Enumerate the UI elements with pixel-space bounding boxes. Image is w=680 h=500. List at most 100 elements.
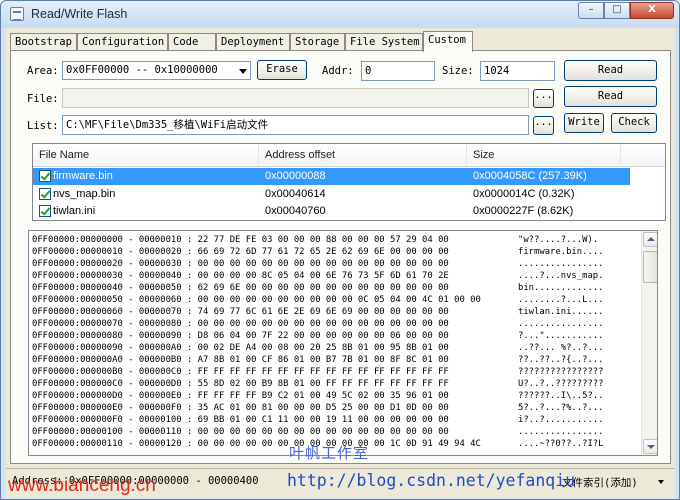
tab-deployment[interactable]: Deployment — [216, 33, 290, 51]
write-button[interactable]: Write — [564, 113, 604, 133]
hex-bytes: 22 77 DE FE 03 00 00 00 88 00 00 00 57 2… — [197, 235, 449, 245]
hex-ascii: U?..?..????????? — [518, 379, 604, 389]
tab-code[interactable]: Code — [168, 33, 216, 51]
tab-bootstrap[interactable]: Bootstrap — [10, 33, 77, 51]
hex-line: 0FF00000:000000F0 - 00000100 : 69 BB 01 … — [32, 414, 604, 426]
hex-range: 0FF00000:00000100 - 00000110 : — [32, 427, 193, 437]
hex-range: 0FF00000:000000B0 - 000000C0 : — [32, 367, 193, 377]
hex-ascii: ....?...nvs_map. — [518, 271, 604, 281]
table-row[interactable]: tiwlan.ini 0x00040760 0x0000227F (8.62K) — [33, 203, 630, 220]
tab-storage[interactable]: Storage — [290, 33, 345, 51]
maximize-button[interactable]: □ — [604, 2, 630, 19]
hex-ascii: ??..??..?{..?... — [518, 355, 604, 365]
hex-line: 0FF00000:00000020 - 00000030 : 00 00 00 … — [32, 258, 604, 270]
table-row[interactable]: firmware.bin 0x00000088 0x0004058C (257.… — [33, 168, 630, 185]
hex-ascii: ................ — [518, 427, 604, 437]
hex-vertical-scrollbar[interactable] — [641, 231, 657, 455]
hex-range: 0FF00000:00000050 - 00000060 : — [32, 295, 193, 305]
size-cell: 0x0004058C (257.39K) — [473, 170, 587, 182]
read-write-flash-window: Read/Write Flash – □ X Bootstrap Configu… — [0, 0, 680, 500]
title-bar[interactable]: Read/Write Flash – □ X — [1, 1, 679, 28]
file-browse-button[interactable]: ... — [533, 89, 554, 108]
minimize-button[interactable]: – — [578, 2, 604, 19]
hex-range: 0FF00000:00000010 - 00000020 : — [32, 247, 193, 257]
hex-ascii: "w??....?...W). — [518, 235, 599, 245]
size-label: Size: — [442, 65, 474, 77]
column-file-name[interactable]: File Name — [33, 144, 259, 167]
read-button[interactable]: Read — [564, 60, 657, 81]
hex-ascii: ........?...L... — [518, 295, 604, 305]
hex-range: 0FF00000:00000090 - 000000A0 : — [32, 343, 193, 353]
column-size[interactable]: Size — [467, 144, 621, 167]
checkbox[interactable] — [39, 188, 51, 200]
hex-range: 0FF00000:000000D0 - 000000E0 : — [32, 391, 193, 401]
hex-bytes: 69 BB 01 00 C1 11 00 00 19 11 00 00 00 0… — [197, 415, 449, 425]
hex-bytes: D8 06 04 00 7F 22 00 00 00 00 00 00 06 0… — [197, 331, 449, 341]
hex-ascii: ................ — [518, 259, 604, 269]
hex-line: 0FF00000:00000000 - 00000010 : 22 77 DE … — [32, 234, 598, 246]
hex-bytes: A7 8B 01 00 CF 86 01 00 B7 7B 01 00 8F 8… — [197, 355, 449, 365]
read-file-button[interactable]: Read — [564, 86, 657, 107]
hex-bytes: FF FF FF FF FF FF FF FF FF FF FF FF FF F… — [197, 367, 449, 377]
list-input[interactable]: C:\MF\File\Dm335_移植\WiFi启动文件 — [62, 115, 529, 135]
hex-ascii: ?..."........... — [518, 331, 604, 341]
hex-bytes: 00 02 DE A4 00 08 00 20 25 8B 01 00 95 8… — [197, 343, 449, 353]
hex-bytes: 00 00 00 00 00 00 00 00 00 00 00 00 00 0… — [197, 319, 449, 329]
tab-file-system[interactable]: File System — [345, 33, 423, 51]
list-browse-button[interactable]: ... — [533, 116, 554, 135]
chevron-down-icon[interactable] — [658, 480, 664, 484]
hex-range: 0FF00000:00000070 - 00000080 : — [32, 319, 193, 329]
hex-line: 0FF00000:00000040 - 00000050 : 62 69 6E … — [32, 282, 604, 294]
scroll-down-icon[interactable] — [643, 439, 657, 454]
hex-ascii: tiwlan.ini...... — [518, 307, 604, 317]
hex-bytes: 00 00 00 00 00 00 00 00 00 00 00 00 00 0… — [197, 259, 449, 269]
hex-line: 0FF00000:00000080 - 00000090 : D8 06 04 … — [32, 330, 604, 342]
checkbox[interactable] — [39, 205, 51, 217]
check-button[interactable]: Check — [611, 113, 657, 133]
hex-line: 0FF00000:00000100 - 00000110 : 00 00 00 … — [32, 426, 604, 438]
hex-line: 0FF00000:00000010 - 00000020 : 66 69 72 … — [32, 246, 604, 258]
blog-watermark: http://blog.csdn.net/yefanqiu — [287, 471, 576, 490]
tab-configuration[interactable]: Configuration — [77, 33, 168, 51]
address-offset-cell: 0x00040760 — [265, 205, 326, 217]
hex-line: 0FF00000:00000110 - 00000120 : 00 00 00 … — [32, 438, 604, 450]
size-input[interactable]: 1024 — [480, 61, 555, 81]
hex-range: 0FF00000:000000C0 - 000000D0 : — [32, 379, 193, 389]
hex-bytes: 00 00 00 00 8C 05 04 00 6E 76 73 5F 6D 6… — [197, 271, 449, 281]
area-select[interactable]: 0x0FF00000 -- 0x10000000 — [62, 61, 251, 80]
erase-button[interactable]: Erase — [257, 60, 307, 80]
file-input[interactable] — [62, 88, 529, 108]
hex-line: 0FF00000:000000D0 - 000000E0 : FF FF FF … — [32, 390, 604, 402]
close-button[interactable]: X — [630, 2, 674, 19]
table-row[interactable]: nvs_map.bin 0x00040614 0x0000014C (0.32K… — [33, 186, 630, 203]
hex-bytes: 66 69 72 6D 77 61 72 65 2E 62 69 6E 00 0… — [197, 247, 449, 257]
area-select-value: 0x0FF00000 -- 0x10000000 — [66, 64, 218, 76]
file-name-cell: nvs_map.bin — [53, 188, 116, 200]
list-label: List: — [27, 120, 59, 132]
hex-bytes: 62 69 6E 00 00 00 00 00 00 00 00 00 00 0… — [197, 283, 449, 293]
hex-ascii: ??????..I\..5?.. — [518, 391, 604, 401]
file-name-cell: tiwlan.ini — [53, 205, 96, 217]
area-label: Area: — [27, 65, 59, 77]
hex-bytes: 55 8D 02 00 B9 8B 01 00 FF FF FF FF FF F… — [197, 379, 449, 389]
hex-line: 0FF00000:00000090 - 000000A0 : 00 02 DE … — [32, 342, 604, 354]
scroll-up-icon[interactable] — [643, 232, 657, 247]
tab-custom[interactable]: Custom — [423, 31, 473, 52]
hex-dump-view[interactable]: 0FF00000:00000000 - 00000010 : 22 77 DE … — [28, 230, 658, 456]
hex-ascii: 5?..?...?%..?... — [518, 403, 604, 413]
hex-line: 0FF00000:00000060 - 00000070 : 74 69 77 … — [32, 306, 604, 318]
addr-input[interactable]: 0 — [361, 61, 435, 81]
scroll-thumb[interactable] — [643, 251, 657, 283]
checkbox[interactable] — [39, 170, 51, 182]
hex-range: 0FF00000:000000E0 - 000000F0 : — [32, 403, 193, 413]
hex-line: 0FF00000:000000C0 - 000000D0 : 55 8D 02 … — [32, 378, 604, 390]
column-address-offset[interactable]: Address offset — [259, 144, 467, 167]
hex-range: 0FF00000:00000060 - 00000070 : — [32, 307, 193, 317]
hex-range: 0FF00000:000000F0 - 00000100 : — [32, 415, 193, 425]
file-list-view[interactable]: File Name Address offset Size firmware.b… — [32, 143, 666, 221]
hex-ascii: ..??... %?..?... — [518, 343, 604, 353]
window-title: Read/Write Flash — [31, 7, 128, 21]
file-name-cell: firmware.bin — [53, 170, 113, 182]
hex-line: 0FF00000:000000B0 - 000000C0 : FF FF FF … — [32, 366, 604, 378]
hex-line: 0FF00000:000000A0 - 000000B0 : A7 8B 01 … — [32, 354, 604, 366]
